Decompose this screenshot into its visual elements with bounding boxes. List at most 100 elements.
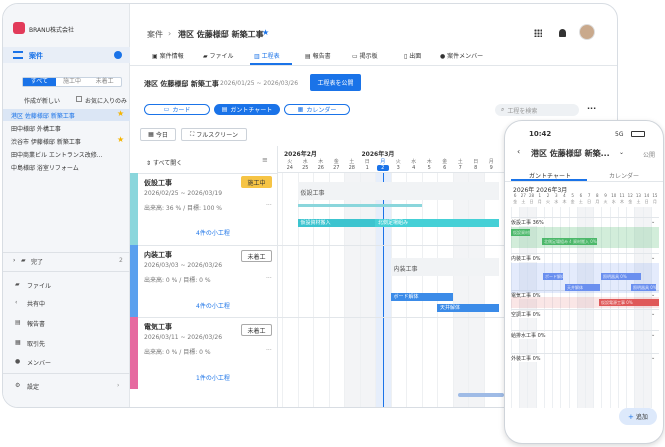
view-gantt-button[interactable]: ▤ ガントチャート [214, 104, 280, 115]
add-button[interactable]: + 追加 [619, 408, 657, 425]
view-calendar-button[interactable]: ▦ カレンダー [284, 104, 350, 115]
day-date: 10 [611, 193, 617, 198]
project-item[interactable]: 渋谷市 伊藤様邸 新築工事 [11, 137, 81, 146]
subtask-bar[interactable]: ボード解体 [390, 293, 453, 301]
more-icon[interactable]: ··· [266, 347, 272, 354]
expand-icon: ⇕ [146, 160, 153, 167]
day-of-week: 月 [537, 199, 542, 204]
menu-files[interactable]: ファイル [27, 281, 51, 290]
search-box[interactable]: ⌕ 工程を検索 [495, 104, 579, 116]
avatar[interactable] [579, 24, 595, 40]
favorite-checkbox[interactable] [76, 96, 82, 102]
project-item[interactable]: 中島様邸 浴室リフォーム [11, 163, 79, 172]
day-of-week: 月 [595, 199, 600, 204]
publish-button[interactable]: 工程表を公開 [310, 74, 361, 91]
day-date: 9 [489, 165, 493, 171]
card-icon: ▭ [163, 106, 170, 113]
group-name[interactable]: 仮設工事 [144, 178, 172, 188]
more-icon[interactable]: ··· [266, 275, 272, 282]
breadcrumb-root[interactable]: 案件 [147, 29, 163, 40]
project-item[interactable]: 田中商業ビル エントランス改修... [11, 150, 103, 159]
day-date: 3 [554, 193, 558, 198]
phone-tab-calendar[interactable]: カレンダー [609, 171, 639, 180]
expand-all-button[interactable]: ⇕ すべて開く [146, 158, 182, 167]
day-of-week: 日 [529, 199, 534, 204]
divider [511, 309, 659, 310]
tab-board[interactable]: ▭ 掲示板 [352, 51, 378, 60]
done-group[interactable]: 完了 [31, 257, 43, 266]
menu-shared[interactable]: 共有中 [27, 299, 45, 308]
tab-members[interactable]: ● 案件メンバー [440, 51, 483, 60]
more-icon[interactable]: ··· [587, 104, 596, 113]
group-name[interactable]: 内装工事 [144, 250, 172, 260]
back-icon[interactable]: ‹ [517, 147, 520, 156]
day-date: 9 [604, 193, 607, 198]
board-icon: ▭ [352, 53, 360, 60]
chevron-down-icon[interactable]: ⌄ [651, 311, 655, 317]
day-of-week: 日 [644, 199, 649, 204]
status-badge: 未着工 [241, 324, 272, 336]
star-icon[interactable]: ★ [117, 109, 124, 118]
apps-grid-icon[interactable] [534, 29, 542, 37]
sort-select[interactable]: 作成が新しい [24, 96, 60, 105]
done-count: 2 [119, 257, 123, 264]
menu-clients[interactable]: 取引先 [27, 339, 45, 348]
subtask-count[interactable]: 4件の小工程 [196, 228, 230, 237]
chevron-down-icon[interactable]: ⌄ [651, 255, 655, 261]
project-item[interactable]: 港区 佐藤様邸 新築工事 [11, 111, 75, 120]
subtask-bar[interactable]: 天井解体 [437, 304, 499, 312]
group-name[interactable]: 電気工事 [144, 322, 172, 332]
fullscreen-button[interactable]: ⛶ フルスクリーン [181, 128, 247, 141]
subtask-bar[interactable]: 北側足場組み [375, 219, 499, 227]
chevron-down-icon[interactable]: ⌄ [651, 332, 655, 338]
today-line [382, 173, 384, 407]
phone-row-label[interactable]: 外装工事 0% [511, 355, 543, 362]
group-period: 2026/02/25 ~ 2026/03/19 [144, 190, 223, 197]
tab-files[interactable]: ▰ ファイル [203, 51, 234, 60]
add-project-icon[interactable] [114, 51, 122, 59]
phone-row-label[interactable]: 内装工事 0% [511, 255, 543, 262]
more-icon[interactable]: ··· [266, 202, 272, 209]
divider [505, 181, 663, 182]
h-scrollbar[interactable] [458, 393, 504, 397]
chevron-down-icon[interactable]: ⌄ [651, 355, 655, 361]
day-date: 6 [579, 193, 583, 198]
phone-row-label[interactable]: 仮設工事 36% [511, 219, 546, 226]
group-bar-bg [297, 182, 499, 200]
menu-reports[interactable]: 報告書 [27, 319, 45, 328]
day-column [452, 173, 468, 407]
filter-all[interactable]: すべて [23, 78, 56, 86]
phone-row-label[interactable]: 空調工事 0% [511, 311, 543, 318]
menu-members[interactable]: メンバー [27, 358, 51, 367]
collapse-panel-icon[interactable]: ≡ [262, 156, 268, 164]
bell-icon[interactable] [559, 29, 566, 37]
subtask-count[interactable]: 1件の小工程 [196, 373, 230, 382]
status-badge: 施工中 [241, 176, 272, 188]
tab-reports[interactable]: ▤ 報告書 [305, 51, 331, 60]
phone-row-label[interactable]: 給排水工事 0% [511, 332, 548, 339]
tab-schedule[interactable]: ▥ 工程表 [254, 51, 280, 60]
subtask-count[interactable]: 4件の小工程 [196, 301, 230, 310]
view-card-button[interactable]: ▭ カード [144, 104, 210, 115]
day-date: 12 [627, 193, 633, 198]
phone-publish-button[interactable]: 公開 [643, 150, 655, 159]
tab-project-info[interactable]: ▣ 案件情報 [152, 51, 184, 60]
divider [130, 245, 278, 246]
today-button[interactable]: ▦ 今日 [140, 128, 176, 141]
star-icon[interactable]: ★ [262, 28, 269, 37]
star-icon[interactable]: ★ [117, 135, 124, 144]
status-badge: 未着工 [241, 250, 272, 262]
task-list: ⇕ すべて開く 仮設工事 2026/02/25 ~ 2026/03/19 出来高… [130, 146, 278, 407]
collapse-icon[interactable]: ⌄ [619, 149, 624, 156]
day-of-week: 土 [457, 159, 463, 165]
subtask-bar[interactable]: 仮設資材搬入 [297, 219, 375, 227]
day-date: 1 [538, 193, 542, 198]
project-item[interactable]: 田中様邸 外構工事 [11, 124, 61, 133]
chevron-down-icon[interactable]: ⌄ [651, 219, 655, 225]
chevron-right-icon: › [13, 257, 16, 264]
tab-attendance[interactable]: ▯ 出面 [404, 51, 421, 60]
day-column [328, 173, 345, 407]
menu-settings[interactable]: 設定 [27, 382, 39, 391]
filter-pending[interactable]: 未着工 [88, 78, 121, 86]
filter-active[interactable]: 施工中 [56, 78, 89, 86]
